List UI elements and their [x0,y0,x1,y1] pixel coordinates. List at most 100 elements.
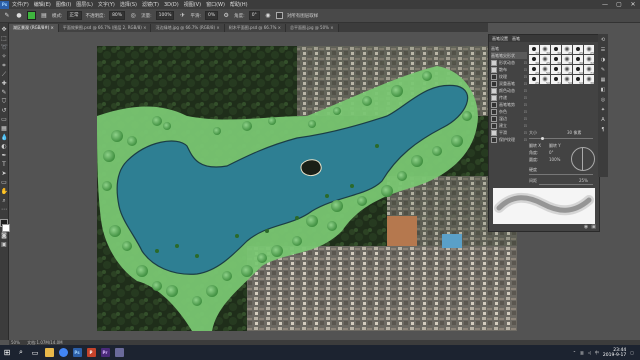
brush-tip[interactable]: 25 [529,65,539,75]
adjustments-icon[interactable]: ◑ [600,57,607,64]
brush-tip[interactable]: 25 [529,75,539,85]
angle-roundness-dial[interactable] [571,147,595,171]
layers-icon[interactable]: ◧ [600,87,607,94]
history-brush-tool-icon[interactable]: ↺ [1,107,8,114]
checkbox[interactable] [491,80,497,87]
menu-3d[interactable]: 3D(D) [164,2,179,8]
smoothing-field[interactable]: 0% [205,11,219,20]
brush-tip[interactable]: 50 [540,75,550,85]
document-canvas[interactable] [97,46,517,331]
hardness-slider[interactable] [529,174,593,175]
magic-wand-tool-icon[interactable]: ✧ [1,53,8,60]
menu-help[interactable]: 帮助(H) [230,1,248,8]
volume-icon[interactable]: ◁ [588,350,591,355]
checkbox[interactable] [491,87,497,94]
brush-settings-icon[interactable]: ▤ [40,12,48,20]
taskbar-app-photoshop[interactable]: Ps [70,346,84,360]
paragraph-icon[interactable]: ¶ [600,127,607,134]
roundness-value[interactable]: 100% [549,157,560,162]
tab-document-1[interactable]: 湖区景观 (RGB/8#) × [9,24,59,32]
checkbox[interactable] [491,94,497,101]
clone-stamp-tool-icon[interactable]: ⛉ [1,98,8,105]
option-transfer[interactable]: 传递 ⊡ [491,94,527,101]
checkbox[interactable] [491,122,497,129]
eyedropper-tool-icon[interactable]: ⟋ [1,71,8,78]
brush-tip[interactable]: 50 [573,75,583,85]
tab-document-5[interactable]: 总平面图.jpg @ 50% × [286,24,339,32]
notification-icon[interactable]: ▢ [630,350,634,355]
dodge-tool-icon[interactable]: ◐ [1,143,8,150]
angle-field[interactable]: 0° [248,11,260,20]
rectangle-tool-icon[interactable]: ▭ [1,179,8,186]
pressure-size-icon[interactable]: ◉ [264,12,272,20]
zoom-tool-icon[interactable]: ⌕ [1,197,8,204]
angle-value[interactable]: 0° [549,150,554,155]
brush-tip[interactable]: 30 [529,45,539,55]
brush-tip[interactable]: 25 [562,65,572,75]
character-icon[interactable]: A [600,117,607,124]
menu-filter[interactable]: 滤镜(T) [142,1,159,8]
option-protect-texture[interactable]: 保护纹理 ⊡ [491,136,527,143]
spacing-slider[interactable] [539,184,593,185]
brush-tip[interactable]: 71 [551,75,561,85]
airbrush-icon[interactable]: ✈ [178,12,186,20]
crop-tool-icon[interactable]: ⌗ [1,62,8,69]
brush-tip[interactable]: 50 [573,65,583,75]
properties-icon[interactable]: ☰ [600,47,607,54]
menu-view[interactable]: 视图(V) [184,1,201,8]
minimize-button[interactable]: — [598,1,612,8]
path-selection-tool-icon[interactable]: ➤ [1,170,8,177]
flip-x-label[interactable]: 翻转 X [529,143,541,149]
tab-brush-settings[interactable]: 画笔设置 [492,36,508,42]
tab-document-2[interactable]: 平面效果图.psd @ 66.7% (图层 2, RGB/8) × [58,24,152,32]
brush-tip[interactable]: 32 [584,55,594,65]
option-build-up[interactable]: 建立 ⊡ [491,122,527,129]
size-value[interactable]: 30 像素 [567,130,581,136]
brush-color-swatch[interactable] [27,11,36,20]
brush-tip[interactable]: 25 [584,45,594,55]
healing-brush-tool-icon[interactable]: ✚ [1,80,8,87]
checkbox[interactable] [491,108,497,115]
brush-tip[interactable]: 36 [551,55,561,65]
size-slider[interactable] [529,138,593,139]
search-icon[interactable]: ⌕ [14,346,28,360]
brush-tip[interactable]: 50 [540,65,550,75]
brush-tip[interactable]: 36 [573,55,583,65]
clock[interactable]: 23:44 2019-9-17 [603,348,626,358]
channels-icon[interactable]: ◎ [600,97,607,104]
hand-tool-icon[interactable]: ✋ [1,188,8,195]
brush-tip[interactable]: 50 [562,75,572,85]
taskbar-app-files[interactable] [42,346,56,360]
option-shape-dynamics[interactable]: 形状动态 ⊡ [491,59,527,66]
size-slider-knob[interactable] [541,137,544,140]
flow-field[interactable]: 100% [155,11,175,20]
more-tools-icon[interactable]: ⋯ [1,206,8,213]
brush-preset-icon[interactable]: ● [15,12,23,20]
close-button[interactable]: ✕ [626,1,640,8]
brush-tip[interactable]: 36 [584,75,594,85]
sample-all-layers-checkbox[interactable] [275,12,283,19]
menu-type[interactable]: 文字(Y) [98,1,115,8]
option-texture[interactable]: 纹理 ⊡ [491,73,527,80]
taskbar-app-powerpoint[interactable]: P [84,346,98,360]
option-brush-tip-shape[interactable]: 画笔笔尖形状 [491,52,527,59]
menu-edit[interactable]: 编辑(E) [34,1,51,8]
checkbox[interactable] [491,136,497,143]
option-wet-edges[interactable]: 湿边 ⊡ [491,115,527,122]
taskbar-app-6[interactable] [112,346,126,360]
option-scattering[interactable]: 散布 ⊡ [491,66,527,73]
maximize-button[interactable]: ▢ [612,1,626,8]
checkbox[interactable] [491,115,497,122]
toggle-preview-icon[interactable]: ◉ [584,224,588,230]
checkbox[interactable] [491,73,497,80]
checkbox[interactable] [491,129,497,136]
brush-tool-icon[interactable]: ✎ [3,12,11,20]
checkbox[interactable] [491,66,497,73]
taskbar-app-chrome[interactable] [56,346,70,360]
menu-layer[interactable]: 图层(L) [76,1,93,8]
paths-icon[interactable]: ✦ [600,107,607,114]
brush-tool-icon[interactable]: ✎ [1,89,8,96]
move-tool-icon[interactable]: ✥ [1,26,8,33]
mode-select[interactable]: 正常 [66,11,82,20]
menu-window[interactable]: 窗口(W) [206,1,225,8]
